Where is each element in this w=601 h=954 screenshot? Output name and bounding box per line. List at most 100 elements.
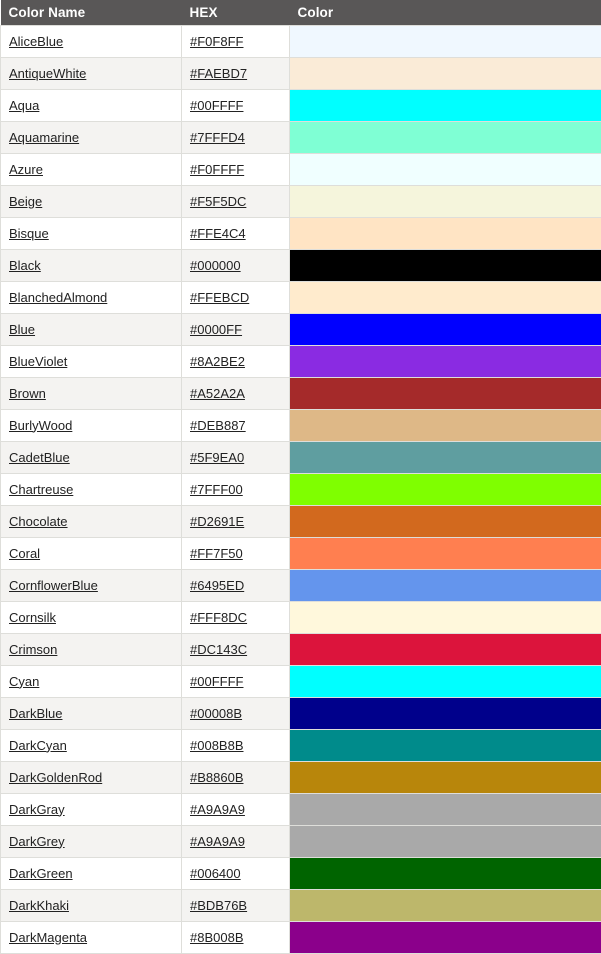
table-row: BurlyWood #DEB887 [1, 410, 601, 442]
cell-color-swatch [290, 890, 601, 922]
hex-value-link[interactable]: #F0F8FF [190, 34, 243, 50]
hex-value-link[interactable]: #00FFFF [190, 674, 243, 690]
color-name-link[interactable]: Aquamarine [9, 130, 79, 146]
table-row: Cornsilk #FFF8DC [1, 602, 601, 634]
color-name-link[interactable]: Brown [9, 386, 46, 402]
hex-value-link[interactable]: #0000FF [190, 322, 242, 338]
color-swatch [290, 698, 601, 729]
table-row: Beige #F5F5DC [1, 186, 601, 218]
color-name-link[interactable]: Crimson [9, 642, 57, 658]
cell-hex-value: #0000FF [182, 314, 290, 346]
hex-value-link[interactable]: #6495ED [190, 578, 244, 594]
color-name-link[interactable]: AntiqueWhite [9, 66, 86, 82]
color-name-link[interactable]: DarkBlue [9, 706, 62, 722]
cell-color-swatch [290, 122, 601, 154]
cell-color-swatch [290, 826, 601, 858]
color-name-link[interactable]: BurlyWood [9, 418, 72, 434]
cell-hex-value: #00FFFF [182, 90, 290, 122]
table-header: Color Name HEX Color [1, 0, 601, 26]
hex-value-link[interactable]: #00008B [190, 706, 242, 722]
color-name-link[interactable]: Beige [9, 194, 42, 210]
table-row: BlueViolet #8A2BE2 [1, 346, 601, 378]
hex-value-link[interactable]: #DEB887 [190, 418, 246, 434]
hex-value-link[interactable]: #A52A2A [190, 386, 245, 402]
color-name-link[interactable]: Black [9, 258, 41, 274]
color-name-link[interactable]: CornflowerBlue [9, 578, 98, 594]
hex-value-link[interactable]: #FAEBD7 [190, 66, 247, 82]
cell-hex-value: #00008B [182, 698, 290, 730]
color-name-link[interactable]: Cyan [9, 674, 39, 690]
hex-value-link[interactable]: #8A2BE2 [190, 354, 245, 370]
color-swatch [290, 90, 601, 121]
hex-value-link[interactable]: #DC143C [190, 642, 247, 658]
table-row: Cyan #00FFFF [1, 666, 601, 698]
color-name-link[interactable]: DarkGray [9, 802, 65, 818]
color-name-link[interactable]: DarkCyan [9, 738, 67, 754]
color-swatch [290, 314, 601, 345]
cell-hex-value: #FF7F50 [182, 538, 290, 570]
hex-value-link[interactable]: #008B8B [190, 738, 244, 754]
cell-color-swatch [290, 314, 601, 346]
hex-value-link[interactable]: #FFE4C4 [190, 226, 246, 242]
hex-value-link[interactable]: #A9A9A9 [190, 834, 245, 850]
cell-color-name: DarkBlue [1, 698, 182, 730]
color-name-link[interactable]: DarkGreen [9, 866, 73, 882]
color-name-link[interactable]: Cornsilk [9, 610, 56, 626]
hex-value-link[interactable]: #F0FFFF [190, 162, 244, 178]
color-name-link[interactable]: DarkGrey [9, 834, 65, 850]
hex-value-link[interactable]: #FFEBCD [190, 290, 249, 306]
hex-value-link[interactable]: #006400 [190, 866, 241, 882]
color-name-link[interactable]: CadetBlue [9, 450, 70, 466]
hex-value-link[interactable]: #7FFFD4 [190, 130, 245, 146]
hex-value-link[interactable]: #B8860B [190, 770, 244, 786]
cell-color-name: Cyan [1, 666, 182, 698]
color-swatch [290, 282, 601, 313]
table-row: DarkGoldenRod #B8860B [1, 762, 601, 794]
cell-hex-value: #B8860B [182, 762, 290, 794]
hex-value-link[interactable]: #000000 [190, 258, 241, 274]
color-name-link[interactable]: BlueViolet [9, 354, 67, 370]
hex-value-link[interactable]: #5F9EA0 [190, 450, 244, 466]
cell-color-swatch [290, 186, 601, 218]
cell-hex-value: #DC143C [182, 634, 290, 666]
cell-color-swatch [290, 442, 601, 474]
color-name-link[interactable]: Chocolate [9, 514, 68, 530]
cell-color-name: BlueViolet [1, 346, 182, 378]
color-swatch [290, 506, 601, 537]
hex-value-link[interactable]: #A9A9A9 [190, 802, 245, 818]
cell-hex-value: #006400 [182, 858, 290, 890]
color-swatch [290, 538, 601, 569]
color-name-link[interactable]: Aqua [9, 98, 39, 114]
hex-value-link[interactable]: #7FFF00 [190, 482, 243, 498]
table-row: AntiqueWhite #FAEBD7 [1, 58, 601, 90]
cell-color-swatch [290, 346, 601, 378]
color-name-link[interactable]: Bisque [9, 226, 49, 242]
color-name-link[interactable]: BlanchedAlmond [9, 290, 107, 306]
color-name-link[interactable]: Coral [9, 546, 40, 562]
color-name-link[interactable]: DarkMagenta [9, 930, 87, 946]
color-name-link[interactable]: Chartreuse [9, 482, 73, 498]
color-name-link[interactable]: AliceBlue [9, 34, 63, 50]
cell-color-swatch [290, 794, 601, 826]
hex-value-link[interactable]: #D2691E [190, 514, 244, 530]
cell-color-name: DarkCyan [1, 730, 182, 762]
color-name-link[interactable]: Blue [9, 322, 35, 338]
hex-value-link[interactable]: #F5F5DC [190, 194, 246, 210]
cell-color-swatch [290, 90, 601, 122]
color-name-link[interactable]: Azure [9, 162, 43, 178]
color-name-link[interactable]: DarkGoldenRod [9, 770, 102, 786]
cell-hex-value: #000000 [182, 250, 290, 282]
cell-color-name: BlanchedAlmond [1, 282, 182, 314]
hex-value-link[interactable]: #FF7F50 [190, 546, 243, 562]
cell-color-name: DarkGoldenRod [1, 762, 182, 794]
table-row: Aquamarine #7FFFD4 [1, 122, 601, 154]
color-swatch [290, 730, 601, 761]
cell-color-name: Coral [1, 538, 182, 570]
hex-value-link[interactable]: #00FFFF [190, 98, 243, 114]
cell-color-name: Crimson [1, 634, 182, 666]
hex-value-link[interactable]: #BDB76B [190, 898, 247, 914]
color-name-link[interactable]: DarkKhaki [9, 898, 69, 914]
hex-value-link[interactable]: #FFF8DC [190, 610, 247, 626]
cell-hex-value: #008B8B [182, 730, 290, 762]
hex-value-link[interactable]: #8B008B [190, 930, 244, 946]
